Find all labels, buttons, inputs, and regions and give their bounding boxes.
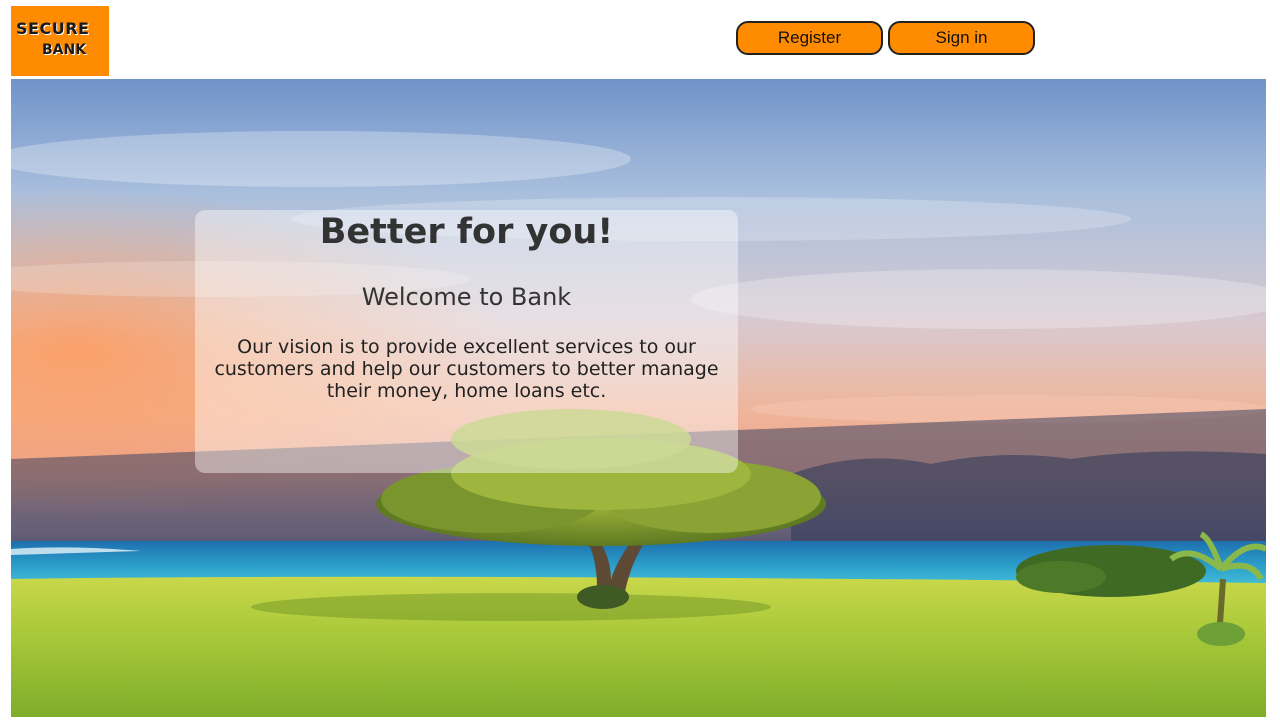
register-button[interactable]: Register	[736, 21, 883, 55]
hero-description: Our vision is to provide excellent servi…	[214, 336, 719, 402]
logo-line-secure: SECURE	[16, 19, 90, 38]
hero-heading: Better for you!	[319, 212, 614, 252]
hero-subheading: Welcome to Bank	[361, 283, 572, 311]
welcome-card: Better for you! Welcome to Bank Our visi…	[195, 210, 738, 473]
bank-logo[interactable]: SECURE BANK	[11, 6, 109, 76]
logo-line-bank: BANK	[42, 42, 87, 58]
top-header: SECURE BANK Register Sign in	[0, 0, 1280, 78]
sign-in-button[interactable]: Sign in	[888, 21, 1035, 55]
